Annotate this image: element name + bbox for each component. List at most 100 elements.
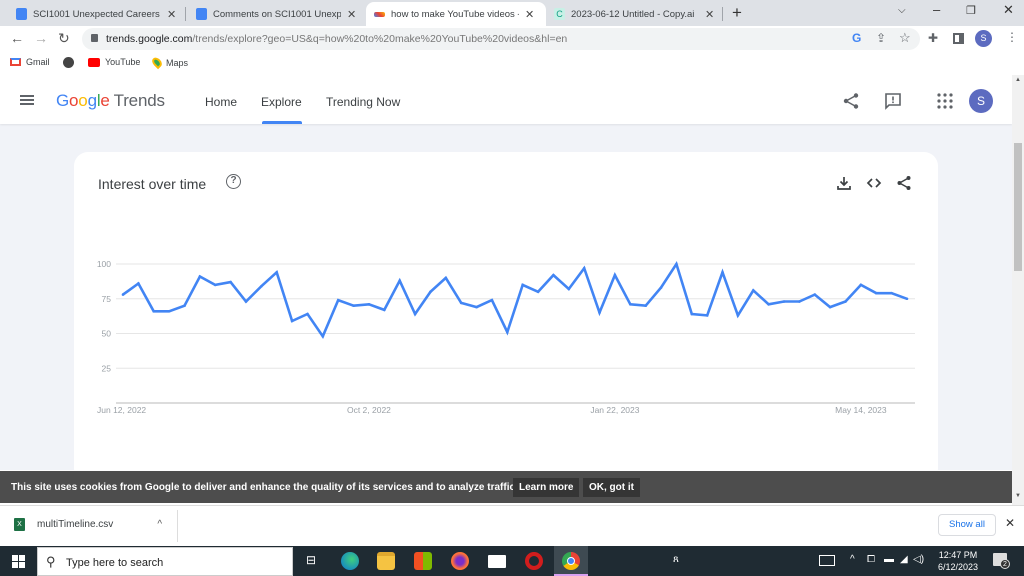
data-point [705,314,709,317]
forward-icon[interactable]: → [34,30,48,46]
file-explorer-icon[interactable] [377,552,395,570]
task-view-icon[interactable]: ⊟ [306,553,316,567]
back-icon[interactable]: ← [10,30,24,46]
bookmark-gmail[interactable]: Gmail [10,57,50,67]
close-window-button[interactable]: ✕ [1003,2,1014,18]
data-point [167,309,171,313]
profile-avatar[interactable]: S [975,30,992,47]
data-point [874,291,878,295]
close-tab-icon[interactable]: ✕ [347,8,356,21]
tab-search-icon[interactable]: ⌵ [898,5,906,16]
data-point [152,309,156,313]
reload-icon[interactable]: ↻ [58,30,70,47]
url-text[interactable]: trends.google.com/trends/explore?geo=US&… [106,33,567,45]
data-point [444,276,448,280]
data-point [321,334,325,338]
scrollbar-thumb[interactable] [1014,143,1022,271]
cookie-message: This site uses cookies from Google to de… [11,482,518,493]
windows-taskbar: ⚲ Type here to search ⊟ ጸ ^ ⧠ ▬ ◢ ◁) 12:… [0,546,1024,576]
page-scrollbar[interactable]: ▲ ▼ [1012,75,1024,505]
mail-icon[interactable] [488,555,506,568]
battery-icon[interactable]: ▬ [884,554,894,565]
news-widget-icon[interactable] [819,555,835,566]
taskbar-search-input[interactable]: ⚲ Type here to search [37,547,293,576]
maps-icon [150,55,164,70]
download-bar: X multiTimeline.csv ^ Show all ✕ [0,505,1024,545]
volume-icon[interactable]: ◁) [913,554,924,565]
close-downloads-icon[interactable]: ✕ [1005,516,1015,530]
tab-bar: SCI1001 Unexpected Careers Th ✕ Comments… [0,0,1024,26]
tab-comments[interactable]: Comments on SCI1001 Unexpect ✕ [188,2,366,26]
edge-icon[interactable] [341,552,359,570]
data-point [767,303,770,306]
data-point [521,283,524,287]
data-point [675,262,678,266]
share-page-icon[interactable]: ⇪ [876,31,886,45]
scroll-down-icon[interactable]: ▼ [1015,493,1021,499]
tab-sci1001[interactable]: SCI1001 Unexpected Careers Th ✕ [8,2,186,26]
menu-kebab-icon[interactable]: ⋮ [1006,30,1018,44]
data-point [567,287,571,291]
extensions-icon[interactable]: ✚ [928,31,938,45]
data-point [198,275,202,278]
opera-icon[interactable] [525,552,543,570]
data-point [490,298,494,302]
download-item[interactable]: X multiTimeline.csv ^ [14,518,162,531]
gmail-icon [10,58,21,66]
docs-icon [16,8,27,20]
scroll-up-icon[interactable]: ▲ [1015,77,1021,83]
data-point [659,286,663,289]
side-panel-icon[interactable] [953,33,964,44]
google-lens-icon[interactable]: G [852,31,861,45]
new-tab-button[interactable]: + [732,3,742,23]
bookmark-globe[interactable] [63,57,79,68]
minimize-button[interactable]: – [933,2,940,17]
tab-copyai[interactable]: C 2023-06-12 Untitled - Copy.ai ✕ [546,2,724,26]
bookmarks-bar: Gmail YouTube Maps [0,52,1024,74]
close-tab-icon[interactable]: ✕ [705,8,714,21]
device-icon[interactable]: ⧠ [867,554,875,565]
close-tab-icon[interactable]: ✕ [167,8,176,21]
windows-start-icon[interactable] [12,555,25,568]
interest-line-chart[interactable]: 25 50 75 100 Jun 12, 2022 Oct 2, 2022 Jan 22, … [0,75,1012,470]
firefox-icon[interactable] [451,552,469,570]
trends-icon [374,11,385,17]
restore-button[interactable]: ❐ [966,4,976,17]
show-hidden-icons-chevron[interactable]: ^ [850,554,855,565]
lock-icon [91,34,98,42]
series-line [122,260,908,339]
data-point [183,304,186,307]
data-point [613,273,617,277]
tab-trends[interactable]: how to make YouTube videos - E ✕ [366,2,546,26]
youtube-icon [88,57,100,67]
data-point [275,271,279,274]
show-all-button[interactable]: Show all [938,514,996,536]
address-bar[interactable]: trends.google.com/trends/explore?geo=US&… [82,28,920,50]
x-tick-label: Jun 12, 2022 [97,405,146,415]
chrome-taskbar-button[interactable] [554,546,588,576]
wifi-icon[interactable]: ◢ [900,554,908,565]
bookmark-star-icon[interactable]: ☆ [899,30,911,46]
learn-more-button[interactable]: Learn more [513,478,580,497]
ok-got-it-button[interactable]: OK, got it [583,478,640,497]
data-point [859,283,863,287]
store-icon[interactable] [414,552,432,570]
chevron-up-icon[interactable]: ^ [157,519,162,530]
bookmark-maps[interactable]: Maps [150,55,188,70]
data-point [398,279,402,282]
data-point [290,319,294,323]
bookmark-youtube[interactable]: YouTube [88,57,140,67]
x-tick-label: Jan 22, 2023 [590,405,639,415]
x-tick-label: Oct 2, 2022 [347,405,391,415]
data-point [582,266,586,270]
data-point [736,314,740,317]
data-point [229,280,232,284]
system-clock[interactable]: 12:47 PM 6/12/2023 [938,549,978,573]
people-icon[interactable]: ጸ [673,554,679,565]
download-divider [177,510,178,542]
data-point [813,293,817,296]
globe-icon [63,57,74,68]
close-tab-icon[interactable]: ✕ [525,8,534,21]
data-point [506,330,509,334]
browser-toolbar: ← → ↻ trends.google.com/trends/explore?g… [0,26,1024,52]
